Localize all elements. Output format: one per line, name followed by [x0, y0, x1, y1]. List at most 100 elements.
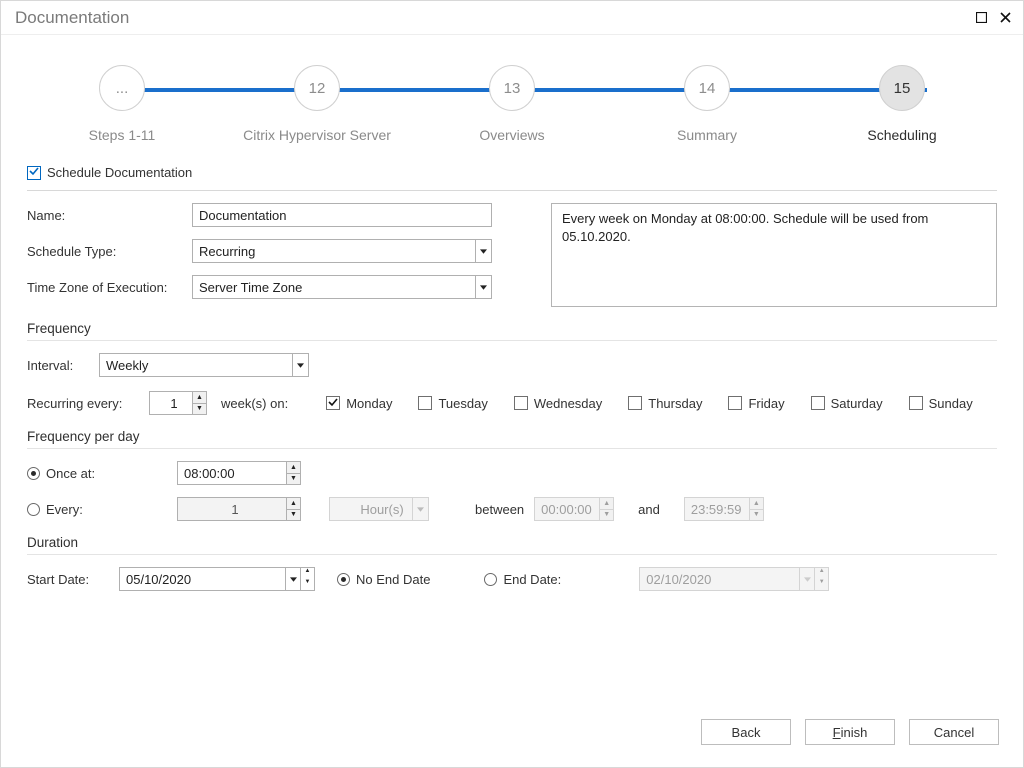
name-value: Documentation: [199, 208, 286, 223]
wizard-window: Documentation ... Steps 1-11 12 Citrix H…: [0, 0, 1024, 768]
finish-button[interactable]: Finish: [805, 719, 895, 745]
section-rule: [27, 340, 997, 341]
once-at-value: 08:00:00: [184, 466, 235, 481]
schedule-summary-box: Every week on Monday at 08:00:00. Schedu…: [551, 203, 997, 307]
step-label: Overviews: [479, 127, 544, 143]
window-title: Documentation: [15, 8, 967, 28]
step-label: Scheduling: [867, 127, 936, 143]
step-1-11[interactable]: ... Steps 1-11: [27, 65, 217, 143]
spin-down-icon[interactable]: ▼: [287, 474, 300, 485]
every-count-value: 1: [231, 502, 238, 517]
spin-buttons[interactable]: ▲ ▼: [286, 462, 300, 484]
interval-value: Weekly: [106, 358, 148, 373]
weeks-on-label: week(s) on:: [221, 396, 288, 411]
end-date-value: 02/10/2020: [646, 572, 711, 587]
spin-buttons: ▲ ▼: [814, 568, 828, 590]
wizard-stepper: ... Steps 1-11 12 Citrix Hypervisor Serv…: [27, 65, 997, 155]
spin-down-icon[interactable]: ▼: [193, 404, 206, 415]
chevron-down-icon[interactable]: [475, 240, 491, 262]
chevron-down-icon[interactable]: [475, 276, 491, 298]
spin-buttons[interactable]: ▲ ▼: [192, 392, 206, 414]
every-label: Every:: [46, 502, 83, 517]
back-button[interactable]: Back: [701, 719, 791, 745]
step-13[interactable]: 13 Overviews: [417, 65, 607, 143]
duration-row: Start Date: 05/10/2020 ▲ ▼ No End Date E…: [27, 567, 997, 591]
no-end-date-radio[interactable]: [337, 573, 350, 586]
schedule-enable-checkbox[interactable]: [27, 166, 41, 180]
every-unit-value: Hour(s): [360, 502, 403, 517]
day-sunday-label: Sunday: [929, 396, 973, 411]
step-14[interactable]: 14 Summary: [612, 65, 802, 143]
day-saturday-checkbox[interactable]: [811, 396, 825, 410]
every-count-input[interactable]: 1 ▲ ▼: [177, 497, 301, 521]
name-input[interactable]: Documentation: [192, 203, 492, 227]
step-circle: ...: [99, 65, 145, 111]
once-at-time-input[interactable]: 08:00:00 ▲ ▼: [177, 461, 301, 485]
recurring-label: Recurring every:: [27, 396, 139, 411]
schedule-enable-label: Schedule Documentation: [47, 165, 192, 180]
interval-select[interactable]: Weekly: [99, 353, 309, 377]
spin-down-icon[interactable]: ▼: [287, 510, 300, 521]
spin-buttons[interactable]: ▲ ▼: [300, 568, 314, 590]
spin-up-icon[interactable]: ▲: [193, 392, 206, 404]
step-15-current[interactable]: 15 Scheduling: [807, 65, 997, 143]
spin-buttons[interactable]: ▲ ▼: [286, 498, 300, 520]
between-to-value: 23:59:59: [691, 502, 742, 517]
between-label: between: [475, 502, 524, 517]
step-12[interactable]: 12 Citrix Hypervisor Server: [222, 65, 412, 143]
day-wednesday-label: Wednesday: [534, 396, 602, 411]
start-date-input[interactable]: 05/10/2020 ▲ ▼: [119, 567, 315, 591]
end-date-input: 02/10/2020 ▲ ▼: [639, 567, 829, 591]
day-sunday-checkbox[interactable]: [909, 396, 923, 410]
title-bar: Documentation: [1, 1, 1023, 35]
spin-down-icon: ▼: [750, 510, 763, 521]
every-radio[interactable]: [27, 503, 40, 516]
day-friday-label: Friday: [748, 396, 784, 411]
section-rule: [27, 190, 997, 191]
date-buttons: ▲ ▼: [799, 568, 828, 590]
start-date-value: 05/10/2020: [126, 572, 191, 587]
cancel-button[interactable]: Cancel: [909, 719, 999, 745]
and-label: and: [638, 502, 660, 517]
schedule-type-label: Schedule Type:: [27, 244, 192, 259]
schedule-type-value: Recurring: [199, 244, 255, 259]
day-monday-checkbox[interactable]: [326, 396, 340, 410]
between-from-value: 00:00:00: [541, 502, 592, 517]
calendar-dropdown-icon[interactable]: [286, 568, 300, 590]
schedule-enable-row: Schedule Documentation: [27, 165, 997, 180]
timezone-select[interactable]: Server Time Zone: [192, 275, 492, 299]
interval-row: Interval: Weekly: [27, 353, 997, 377]
day-friday-checkbox[interactable]: [728, 396, 742, 410]
end-date-radio[interactable]: [484, 573, 497, 586]
schedule-fields: Name: Documentation Schedule Type: Recur…: [27, 203, 527, 307]
day-saturday-label: Saturday: [831, 396, 883, 411]
day-tuesday-label: Tuesday: [438, 396, 487, 411]
chevron-down-icon: [412, 498, 428, 520]
close-icon[interactable]: [995, 8, 1015, 28]
recurring-count-input[interactable]: 1 ▲ ▼: [149, 391, 207, 415]
every-row: Every: 1 ▲ ▼ Hour(s) between 00:00:00 ▲: [27, 497, 997, 521]
day-monday-label: Monday: [346, 396, 392, 411]
maximize-icon[interactable]: [971, 8, 991, 28]
section-rule: [27, 554, 997, 555]
step-label: Citrix Hypervisor Server: [243, 127, 391, 143]
once-at-radio[interactable]: [27, 467, 40, 480]
spin-buttons: ▲ ▼: [749, 498, 763, 520]
calendar-dropdown-icon: [800, 568, 814, 590]
no-end-date-label: No End Date: [356, 572, 430, 587]
spin-up-icon: ▲: [600, 498, 613, 510]
spin-up-icon[interactable]: ▲: [287, 498, 300, 510]
day-thursday-checkbox[interactable]: [628, 396, 642, 410]
timezone-value: Server Time Zone: [199, 280, 302, 295]
start-date-label: Start Date:: [27, 572, 109, 587]
spin-up-icon[interactable]: ▲: [287, 462, 300, 474]
recurring-row: Recurring every: 1 ▲ ▼ week(s) on: Monda…: [27, 391, 997, 415]
day-wednesday-checkbox[interactable]: [514, 396, 528, 410]
chevron-down-icon[interactable]: [292, 354, 308, 376]
day-tuesday-checkbox[interactable]: [418, 396, 432, 410]
schedule-type-select[interactable]: Recurring: [192, 239, 492, 263]
step-circle: 13: [489, 65, 535, 111]
duration-header: Duration: [27, 535, 997, 550]
date-buttons[interactable]: ▲ ▼: [285, 568, 314, 590]
once-at-label: Once at:: [46, 466, 95, 481]
